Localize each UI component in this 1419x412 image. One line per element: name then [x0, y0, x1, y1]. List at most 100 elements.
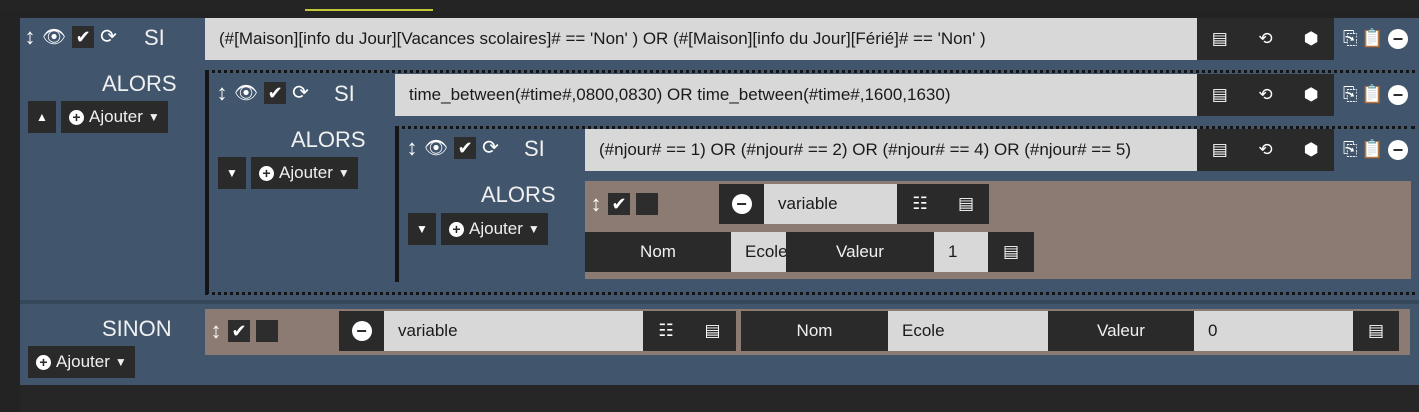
- eye-icon[interactable]: 👁: [42, 28, 66, 47]
- minus-circle-icon: −: [351, 321, 372, 341]
- list-icon: ▤: [957, 194, 975, 213]
- nom-input[interactable]: Ecole: [888, 311, 1048, 351]
- add-button[interactable]: + Ajouter ▼: [28, 346, 135, 378]
- eye-icon[interactable]: 👁: [424, 139, 448, 158]
- remove-action-button[interactable]: −: [339, 311, 384, 351]
- remove-action-button[interactable]: −: [719, 184, 764, 224]
- add-label: Ajouter: [56, 352, 110, 371]
- list-icon[interactable]: ▤: [1205, 140, 1235, 160]
- condition-input[interactable]: time_between(#time#,0800,0830) OR time_b…: [395, 74, 1197, 116]
- paste-icon[interactable]: 📋: [1361, 139, 1383, 160]
- top-bar: [0, 0, 1419, 12]
- list-button[interactable]: ▤: [1353, 311, 1399, 351]
- copy-icon[interactable]: ⎘: [1343, 139, 1357, 160]
- caret-down-icon: ▼: [226, 166, 238, 180]
- caret-up-icon: ▲: [36, 110, 48, 124]
- paste-icon[interactable]: 📋: [1361, 28, 1383, 49]
- list-icon[interactable]: ▤: [1205, 85, 1235, 105]
- move-icon[interactable]: ↕: [406, 137, 418, 159]
- action-controls: ↕ ✔: [210, 320, 278, 342]
- si1-controls: ↕ 👁 ✔ ⟳: [24, 26, 117, 48]
- list-icon: ▤: [1367, 321, 1385, 340]
- move-icon[interactable]: ↕: [24, 26, 36, 48]
- condition-input[interactable]: (#njour# == 1) OR (#njour# == 2) OR (#nj…: [585, 129, 1197, 171]
- enable-checkbox[interactable]: ✔: [228, 320, 250, 342]
- alors-label: ALORS: [102, 71, 177, 96]
- paste-icon[interactable]: 📋: [1361, 84, 1383, 105]
- nom-label: Nom: [585, 232, 731, 272]
- cube-icon[interactable]: ⬢: [1296, 85, 1326, 105]
- move-icon[interactable]: ↕: [210, 320, 222, 342]
- parallel-checkbox[interactable]: [256, 320, 278, 342]
- move-icon[interactable]: ↕: [216, 82, 228, 104]
- block-tools: ⎘ 📋 −: [1343, 84, 1408, 105]
- list-icon[interactable]: ▤: [1205, 29, 1235, 49]
- plus-icon: +: [259, 165, 274, 181]
- list-button[interactable]: ▤: [943, 184, 989, 224]
- checklist-icon: ☷: [658, 321, 674, 340]
- nest-border-bottom: [205, 292, 1415, 295]
- si2-controls: ↕ 👁 ✔ ⟳: [216, 82, 309, 104]
- bottom-strip: [20, 385, 1419, 412]
- refresh-icon[interactable]: ⟳: [292, 83, 309, 103]
- checklist-button[interactable]: ☷: [643, 311, 689, 351]
- checklist-button[interactable]: ☷: [897, 184, 943, 224]
- add-button[interactable]: + Ajouter ▼: [61, 101, 168, 133]
- history-icon[interactable]: ⟲: [1250, 140, 1280, 160]
- history-icon[interactable]: ⟲: [1250, 85, 1280, 105]
- nest-border-left: [395, 126, 399, 282]
- copy-icon[interactable]: ⎘: [1343, 84, 1357, 105]
- enable-checkbox[interactable]: ✔: [608, 193, 630, 215]
- block-tools: ⎘ 📋 −: [1343, 28, 1408, 49]
- history-icon[interactable]: ⟲: [1250, 29, 1280, 49]
- list-button[interactable]: ▤: [988, 232, 1034, 272]
- cube-icon[interactable]: ⬢: [1296, 140, 1326, 160]
- enable-checkbox[interactable]: ✔: [264, 82, 287, 104]
- active-tab-indicator[interactable]: [305, 0, 433, 11]
- parallel-checkbox[interactable]: [636, 193, 658, 215]
- collapse-button[interactable]: ▲: [28, 101, 56, 133]
- condition-buttons: ▤ ⟲ ⬢: [1197, 74, 1334, 116]
- nom-input[interactable]: Ecole: [731, 232, 786, 272]
- caret-down-icon: ▼: [527, 222, 540, 236]
- si3-controls: ↕ 👁 ✔ ⟳: [406, 137, 499, 159]
- add-label: Ajouter: [279, 163, 333, 182]
- add-button[interactable]: + Ajouter ▼: [251, 157, 358, 189]
- plus-icon: +: [36, 354, 51, 370]
- action-controls: ↕ ✔: [590, 193, 658, 215]
- sinon-divider: [20, 300, 1419, 304]
- enable-checkbox[interactable]: ✔: [72, 26, 95, 48]
- minus-circle-icon: −: [731, 194, 752, 214]
- cube-icon[interactable]: ⬢: [1296, 29, 1326, 49]
- nom-label: Nom: [741, 311, 888, 351]
- si-label: SI: [144, 25, 165, 50]
- action-type-input[interactable]: variable: [764, 184, 897, 224]
- copy-icon[interactable]: ⎘: [1343, 28, 1357, 49]
- refresh-icon[interactable]: ⟳: [482, 138, 499, 158]
- plus-icon: +: [69, 109, 84, 125]
- add-button[interactable]: + Ajouter ▼: [441, 213, 548, 245]
- action-type-input[interactable]: variable: [384, 311, 643, 351]
- condition-input[interactable]: (#[Maison][info du Jour][Vacances scolai…: [205, 18, 1197, 60]
- list-button[interactable]: ▤: [689, 311, 736, 351]
- caret-down-icon: ▼: [114, 355, 127, 369]
- list-icon: ▤: [1002, 242, 1020, 261]
- caret-down-icon: ▼: [147, 110, 160, 124]
- remove-icon[interactable]: −: [1387, 84, 1408, 105]
- si-label: SI: [334, 81, 355, 106]
- alors-label: ALORS: [481, 182, 556, 207]
- block-tools: ⎘ 📋 −: [1343, 139, 1408, 160]
- nest-border-top: [205, 70, 1415, 73]
- enable-checkbox[interactable]: ✔: [454, 137, 477, 159]
- remove-icon[interactable]: −: [1387, 139, 1408, 160]
- refresh-icon[interactable]: ⟳: [100, 27, 117, 47]
- si-label: SI: [524, 136, 545, 161]
- collapse-button[interactable]: ▼: [218, 157, 246, 189]
- eye-icon[interactable]: 👁: [234, 84, 258, 103]
- collapse-button[interactable]: ▼: [408, 213, 436, 245]
- sinon-label: SINON: [102, 316, 172, 341]
- move-icon[interactable]: ↕: [590, 193, 602, 215]
- valeur-input[interactable]: 0: [1194, 311, 1353, 351]
- valeur-input[interactable]: 1: [934, 232, 988, 272]
- remove-icon[interactable]: −: [1387, 28, 1408, 49]
